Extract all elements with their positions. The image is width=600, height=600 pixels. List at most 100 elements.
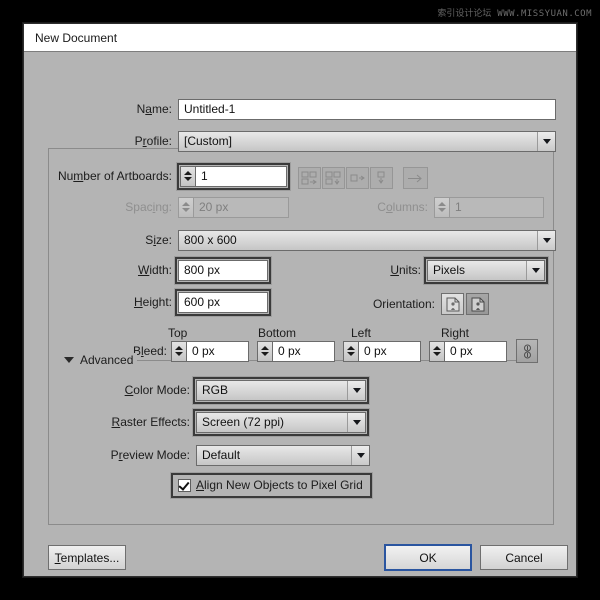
units-select[interactable]: Pixels bbox=[427, 260, 545, 281]
size-select[interactable]: 800 x 600 bbox=[178, 230, 556, 251]
arrow-up-icon bbox=[261, 346, 269, 350]
bleed-column-header-left: Left bbox=[351, 326, 371, 340]
bleed-left-input[interactable]: 0 px bbox=[358, 341, 421, 362]
width-value: 800 px bbox=[184, 263, 220, 277]
orientation-portrait-button[interactable] bbox=[441, 293, 464, 315]
cancel-button[interactable]: Cancel bbox=[480, 545, 568, 570]
raster-effects-select[interactable]: Screen (72 ppi) bbox=[196, 412, 366, 433]
orientation-row: Orientation: bbox=[365, 293, 489, 315]
profile-row: Profile: [Custom] bbox=[128, 130, 556, 152]
spacing-value: 20 px bbox=[199, 200, 228, 214]
height-input[interactable]: 600 px bbox=[178, 292, 268, 313]
chevron-down-icon[interactable] bbox=[537, 231, 555, 250]
artboards-input[interactable]: 1 bbox=[195, 166, 287, 187]
size-value: 800 x 600 bbox=[184, 233, 237, 247]
bleed-top-spinner-arrows[interactable] bbox=[171, 341, 186, 362]
color-mode-select[interactable]: RGB bbox=[196, 380, 366, 401]
ok-button-label: OK bbox=[419, 551, 436, 565]
units-row: Units: Pixels bbox=[379, 259, 549, 281]
color-mode-label: Color Mode: bbox=[109, 383, 190, 397]
columns-value: 1 bbox=[455, 200, 462, 214]
bleed-bottom-spinner-arrows[interactable] bbox=[257, 341, 272, 362]
width-row: Width: 800 px bbox=[128, 259, 272, 281]
artboards-label: Number of Artboards: bbox=[53, 169, 172, 183]
units-label: Units: bbox=[379, 263, 421, 277]
preview-mode-select[interactable]: Default bbox=[196, 445, 370, 466]
artboards-spinner-arrows[interactable] bbox=[180, 166, 195, 187]
chain-link-icon[interactable] bbox=[516, 339, 538, 363]
left-to-right-arrow-icon[interactable] bbox=[403, 167, 428, 189]
advanced-section-toggle[interactable]: Advanced bbox=[64, 353, 137, 367]
screen: 索引设计论坛 WWW.MISSYUAN.COM New Document Nam… bbox=[0, 0, 600, 600]
templates-button-label: Templates... bbox=[55, 551, 120, 565]
raster-effects-value: Screen (72 ppi) bbox=[202, 415, 284, 429]
watermark-url: WWW.MISSYUAN.COM bbox=[497, 9, 592, 19]
chevron-down-icon[interactable] bbox=[347, 413, 365, 432]
spacing-row: Spacing: 20 px bbox=[100, 196, 289, 218]
name-label: Name: bbox=[128, 102, 172, 116]
cancel-button-label: Cancel bbox=[505, 551, 542, 565]
orientation-landscape-button[interactable] bbox=[466, 293, 489, 315]
units-value: Pixels bbox=[433, 263, 465, 277]
arrow-up-icon bbox=[175, 346, 183, 350]
grid-by-row-icon[interactable] bbox=[298, 167, 321, 189]
color-mode-value: RGB bbox=[202, 383, 228, 397]
align-pixel-grid-focus-ring: Align New Objects to Pixel Grid bbox=[170, 472, 373, 499]
name-input[interactable]: Untitled-1 bbox=[178, 99, 556, 120]
bleed-bottom-input[interactable]: 0 px bbox=[272, 341, 335, 362]
bleed-right-spinner-arrows[interactable] bbox=[429, 341, 444, 362]
width-input[interactable]: 800 px bbox=[178, 260, 268, 281]
bleed-left-value: 0 px bbox=[364, 344, 387, 358]
bleed-left-stepper[interactable]: 0 px bbox=[343, 341, 421, 362]
chevron-down-icon[interactable] bbox=[351, 446, 369, 465]
bleed-column-header-bottom: Bottom bbox=[258, 326, 296, 340]
arrange-by-row-icon[interactable] bbox=[346, 167, 369, 189]
artboards-stepper[interactable]: 1 bbox=[180, 166, 287, 187]
chevron-down-icon[interactable] bbox=[526, 261, 544, 280]
arrow-down-icon bbox=[433, 352, 441, 356]
arrow-down-icon bbox=[182, 208, 190, 212]
columns-stepper: 1 bbox=[434, 197, 544, 218]
bleed-top-input[interactable]: 0 px bbox=[186, 341, 249, 362]
ok-button[interactable]: OK bbox=[384, 544, 472, 571]
width-label: Width: bbox=[128, 263, 172, 277]
bleed-column-header-top: Top bbox=[168, 326, 187, 340]
grid-by-column-icon[interactable] bbox=[322, 167, 345, 189]
name-row: Name: Untitled-1 bbox=[128, 98, 556, 120]
checkmark-icon[interactable] bbox=[178, 479, 191, 492]
arrow-up-icon bbox=[433, 346, 441, 350]
new-document-dialog: New Document Name: Untitled-1 Profile: [… bbox=[23, 23, 577, 577]
chevron-down-icon[interactable] bbox=[347, 381, 365, 400]
align-pixel-grid-checkbox[interactable]: Align New Objects to Pixel Grid bbox=[174, 476, 369, 495]
profile-select[interactable]: [Custom] bbox=[178, 131, 556, 152]
spacing-spinner-arrows bbox=[178, 197, 193, 218]
units-select-focus-ring: Pixels bbox=[423, 256, 549, 285]
raster-effects-label: Raster Effects: bbox=[90, 415, 190, 429]
profile-label: Profile: bbox=[128, 134, 172, 148]
width-input-focus-ring: 800 px bbox=[174, 256, 272, 285]
size-label: Size: bbox=[128, 233, 172, 247]
bleed-left-spinner-arrows[interactable] bbox=[343, 341, 358, 362]
arrow-up-icon bbox=[182, 202, 190, 206]
name-input-value: Untitled-1 bbox=[184, 102, 235, 116]
preview-mode-row: Preview Mode: Default bbox=[94, 444, 370, 466]
height-value: 600 px bbox=[184, 295, 220, 309]
chevron-down-icon[interactable] bbox=[537, 132, 555, 151]
templates-button[interactable]: Templates... bbox=[48, 545, 126, 570]
profile-value: [Custom] bbox=[184, 134, 232, 148]
dialog-titlebar: New Document bbox=[24, 24, 576, 52]
columns-spinner-arrows bbox=[434, 197, 449, 218]
bleed-bottom-stepper[interactable]: 0 px bbox=[257, 341, 335, 362]
spacing-input: 20 px bbox=[193, 197, 289, 218]
bleed-right-stepper[interactable]: 0 px bbox=[429, 341, 507, 362]
arrow-down-icon bbox=[261, 352, 269, 356]
orientation-buttons bbox=[441, 293, 489, 315]
arrow-up-icon bbox=[184, 171, 192, 175]
site-watermark: 索引设计论坛 WWW.MISSYUAN.COM bbox=[437, 9, 592, 20]
orientation-label: Orientation: bbox=[365, 297, 435, 311]
watermark-chinese-text: 索引设计论坛 bbox=[437, 9, 491, 19]
arrange-by-column-icon[interactable] bbox=[370, 167, 393, 189]
bleed-top-stepper[interactable]: 0 px bbox=[171, 341, 249, 362]
bleed-right-input[interactable]: 0 px bbox=[444, 341, 507, 362]
height-input-focus-ring: 600 px bbox=[174, 288, 272, 317]
